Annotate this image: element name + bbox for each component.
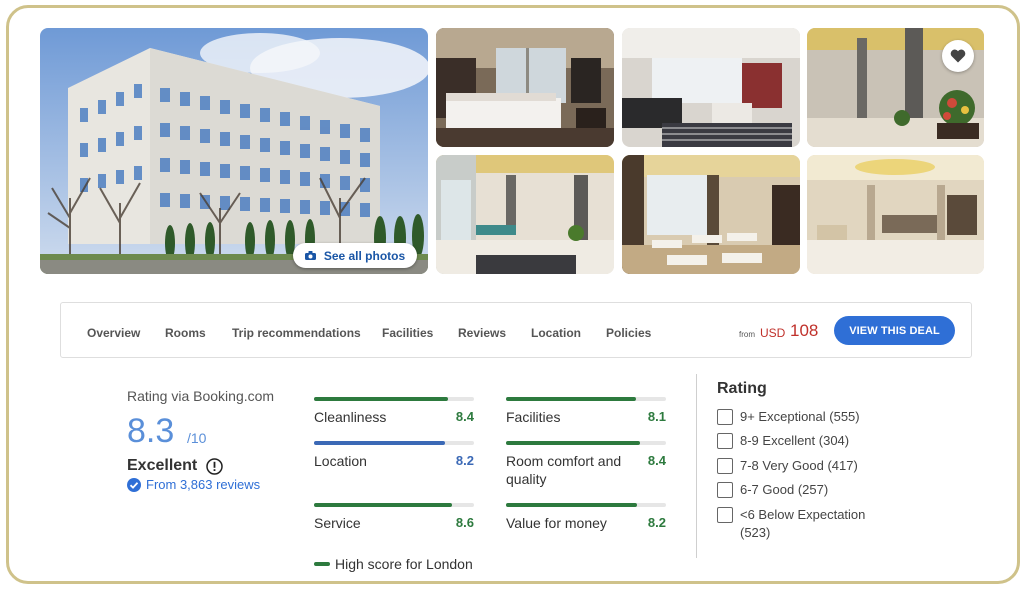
category-room-comfort: Room comfort and quality 8.4 <box>506 441 666 491</box>
filter-exceptional[interactable]: 9+ Exceptional (555) <box>717 408 880 426</box>
filter-excellent[interactable]: 8-9 Excellent (304) <box>717 432 880 450</box>
overall-score: 8.3 <box>127 412 175 450</box>
category-facilities: Facilities 8.1 <box>506 397 666 427</box>
category-score: 8.4 <box>455 409 474 424</box>
score-denominator: /10 <box>187 430 207 446</box>
restaurant-photo[interactable] <box>622 155 800 274</box>
score-label: Excellent <box>127 457 198 474</box>
see-all-photos-label: See all photos <box>323 248 406 263</box>
section-nav-bar: Overview Rooms Trip recommendations Faci… <box>60 302 972 358</box>
category-label: Service <box>314 515 361 531</box>
hotel-exterior-photo[interactable] <box>40 28 428 274</box>
category-score: 8.2 <box>647 515 666 530</box>
filter-good[interactable]: 6-7 Good (257) <box>717 481 880 499</box>
tab-reviews[interactable]: Reviews <box>458 326 506 340</box>
legend-swatch <box>314 562 330 566</box>
tab-policies[interactable]: Policies <box>606 326 651 340</box>
category-label: Cleanliness <box>314 409 387 425</box>
category-label: Room comfort and quality <box>506 453 622 487</box>
score-bar-fill <box>314 503 452 507</box>
filter-option-label: <6 Below Expectation (523) <box>740 507 866 540</box>
category-label: Location <box>314 453 367 469</box>
reception-photo[interactable] <box>807 155 984 274</box>
category-service: Service 8.6 <box>314 503 474 533</box>
filter-very-good[interactable]: 7-8 Very Good (417) <box>717 457 880 475</box>
rating-source: Rating via Booking.com <box>127 388 275 404</box>
filter-option-label: 9+ Exceptional (555) <box>740 409 860 424</box>
checkbox[interactable] <box>717 409 733 425</box>
checkbox[interactable] <box>717 458 733 474</box>
heart-icon <box>950 49 966 63</box>
score-bar-fill <box>506 441 641 445</box>
lobby-photo[interactable] <box>436 155 614 274</box>
tab-facilities[interactable]: Facilities <box>382 326 433 340</box>
verified-check-icon <box>127 477 141 492</box>
checkbox[interactable] <box>717 507 733 523</box>
tab-rooms[interactable]: Rooms <box>165 326 206 340</box>
tab-trip-recommendations[interactable]: Trip recommendations <box>232 326 361 340</box>
info-icon[interactable] <box>206 458 223 475</box>
bedroom-photo[interactable] <box>436 28 614 147</box>
category-label: Facilities <box>506 409 561 425</box>
filter-option-label: 6-7 Good (257) <box>740 482 829 497</box>
checkbox[interactable] <box>717 482 733 498</box>
score-bar-fill <box>314 397 449 401</box>
category-cleanliness: Cleanliness 8.4 <box>314 397 474 427</box>
reviews-count: From 3,863 reviews <box>127 477 260 492</box>
price-currency: USD <box>760 326 786 340</box>
favorite-button[interactable] <box>942 40 974 72</box>
category-score: 8.2 <box>455 453 474 468</box>
legend-text: High score for London <box>335 556 473 572</box>
camera-icon <box>304 251 316 260</box>
high-score-legend: High score for London <box>314 556 473 572</box>
score-bar-fill <box>506 397 636 401</box>
filter-below-expectation[interactable]: <6 Below Expectation (523) <box>717 506 870 542</box>
filter-option-label: 8-9 Excellent (304) <box>740 433 850 448</box>
vertical-divider <box>696 374 697 558</box>
price-value: 108 <box>790 321 819 340</box>
checkbox[interactable] <box>717 433 733 449</box>
category-score: 8.4 <box>647 453 666 468</box>
photo-gallery: See all photos <box>40 28 984 274</box>
category-score: 8.6 <box>455 515 474 530</box>
filter-option-label: 7-8 Very Good (417) <box>740 458 858 473</box>
rating-filter-title: Rating <box>717 380 767 397</box>
price-from-label: from <box>739 330 755 339</box>
lounge-photo[interactable] <box>622 28 800 147</box>
category-value-for-money: Value for money 8.2 <box>506 503 666 533</box>
score-bar-fill <box>314 441 446 445</box>
tab-location[interactable]: Location <box>531 326 581 340</box>
category-location: Location 8.2 <box>314 441 474 471</box>
reviews-count-text: From 3,863 reviews <box>146 477 261 492</box>
see-all-photos-button[interactable]: See all photos <box>293 243 417 268</box>
category-score: 8.1 <box>647 409 666 424</box>
view-deal-button[interactable]: VIEW THIS DEAL <box>834 316 955 345</box>
score-bar-fill <box>506 503 638 507</box>
category-label: Value for money <box>506 515 607 531</box>
tab-overview[interactable]: Overview <box>87 326 140 340</box>
